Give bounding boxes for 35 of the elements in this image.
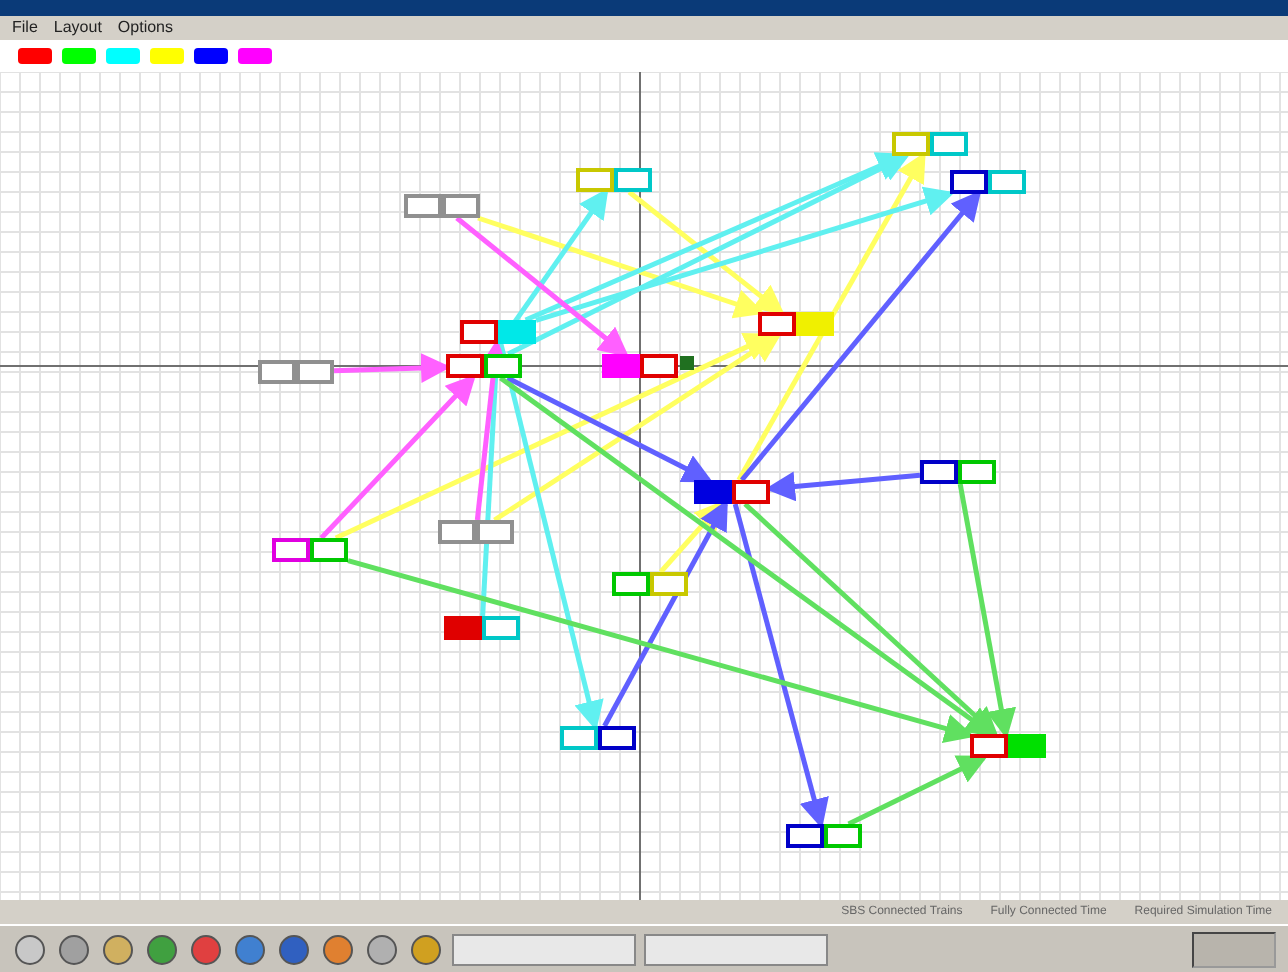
diagram-node[interactable] [920, 460, 996, 484]
app-icon[interactable] [100, 931, 136, 967]
diagram-node[interactable] [612, 572, 688, 596]
marker-square [680, 356, 694, 370]
system-tray [1192, 931, 1276, 967]
diagram-node[interactable] [786, 824, 862, 848]
app-icon[interactable] [12, 931, 48, 967]
app-icon[interactable] [276, 931, 312, 967]
diagram-node[interactable] [758, 312, 834, 336]
task-button[interactable] [644, 933, 828, 965]
app-icon[interactable] [232, 931, 268, 967]
app-icon[interactable] [320, 931, 356, 967]
menu-item[interactable]: Options [117, 16, 173, 40]
diagram-node[interactable] [446, 354, 522, 378]
diagram-node[interactable] [460, 320, 536, 344]
diagram-node[interactable] [560, 726, 636, 750]
diagram-node[interactable] [272, 538, 348, 562]
app-icon[interactable] [56, 931, 92, 967]
diagram-node[interactable] [444, 616, 520, 640]
app-icon[interactable] [144, 931, 180, 967]
diagram-node[interactable] [694, 480, 770, 504]
app-icon[interactable] [188, 931, 224, 967]
diagram-node[interactable] [404, 194, 480, 218]
app-icon[interactable] [364, 931, 400, 967]
diagram-node[interactable] [892, 132, 968, 156]
diagram-node[interactable] [950, 170, 1026, 194]
diagram-node[interactable] [438, 520, 514, 544]
menu-item[interactable]: Layout [53, 16, 102, 40]
diagram-node[interactable] [576, 168, 652, 192]
task-button[interactable] [452, 933, 636, 965]
app-icon[interactable] [408, 931, 444, 967]
diagram-node[interactable] [258, 360, 334, 384]
diagram-node[interactable] [602, 354, 678, 378]
menu-item[interactable]: File [12, 16, 38, 40]
diagram-node[interactable] [970, 734, 1046, 758]
